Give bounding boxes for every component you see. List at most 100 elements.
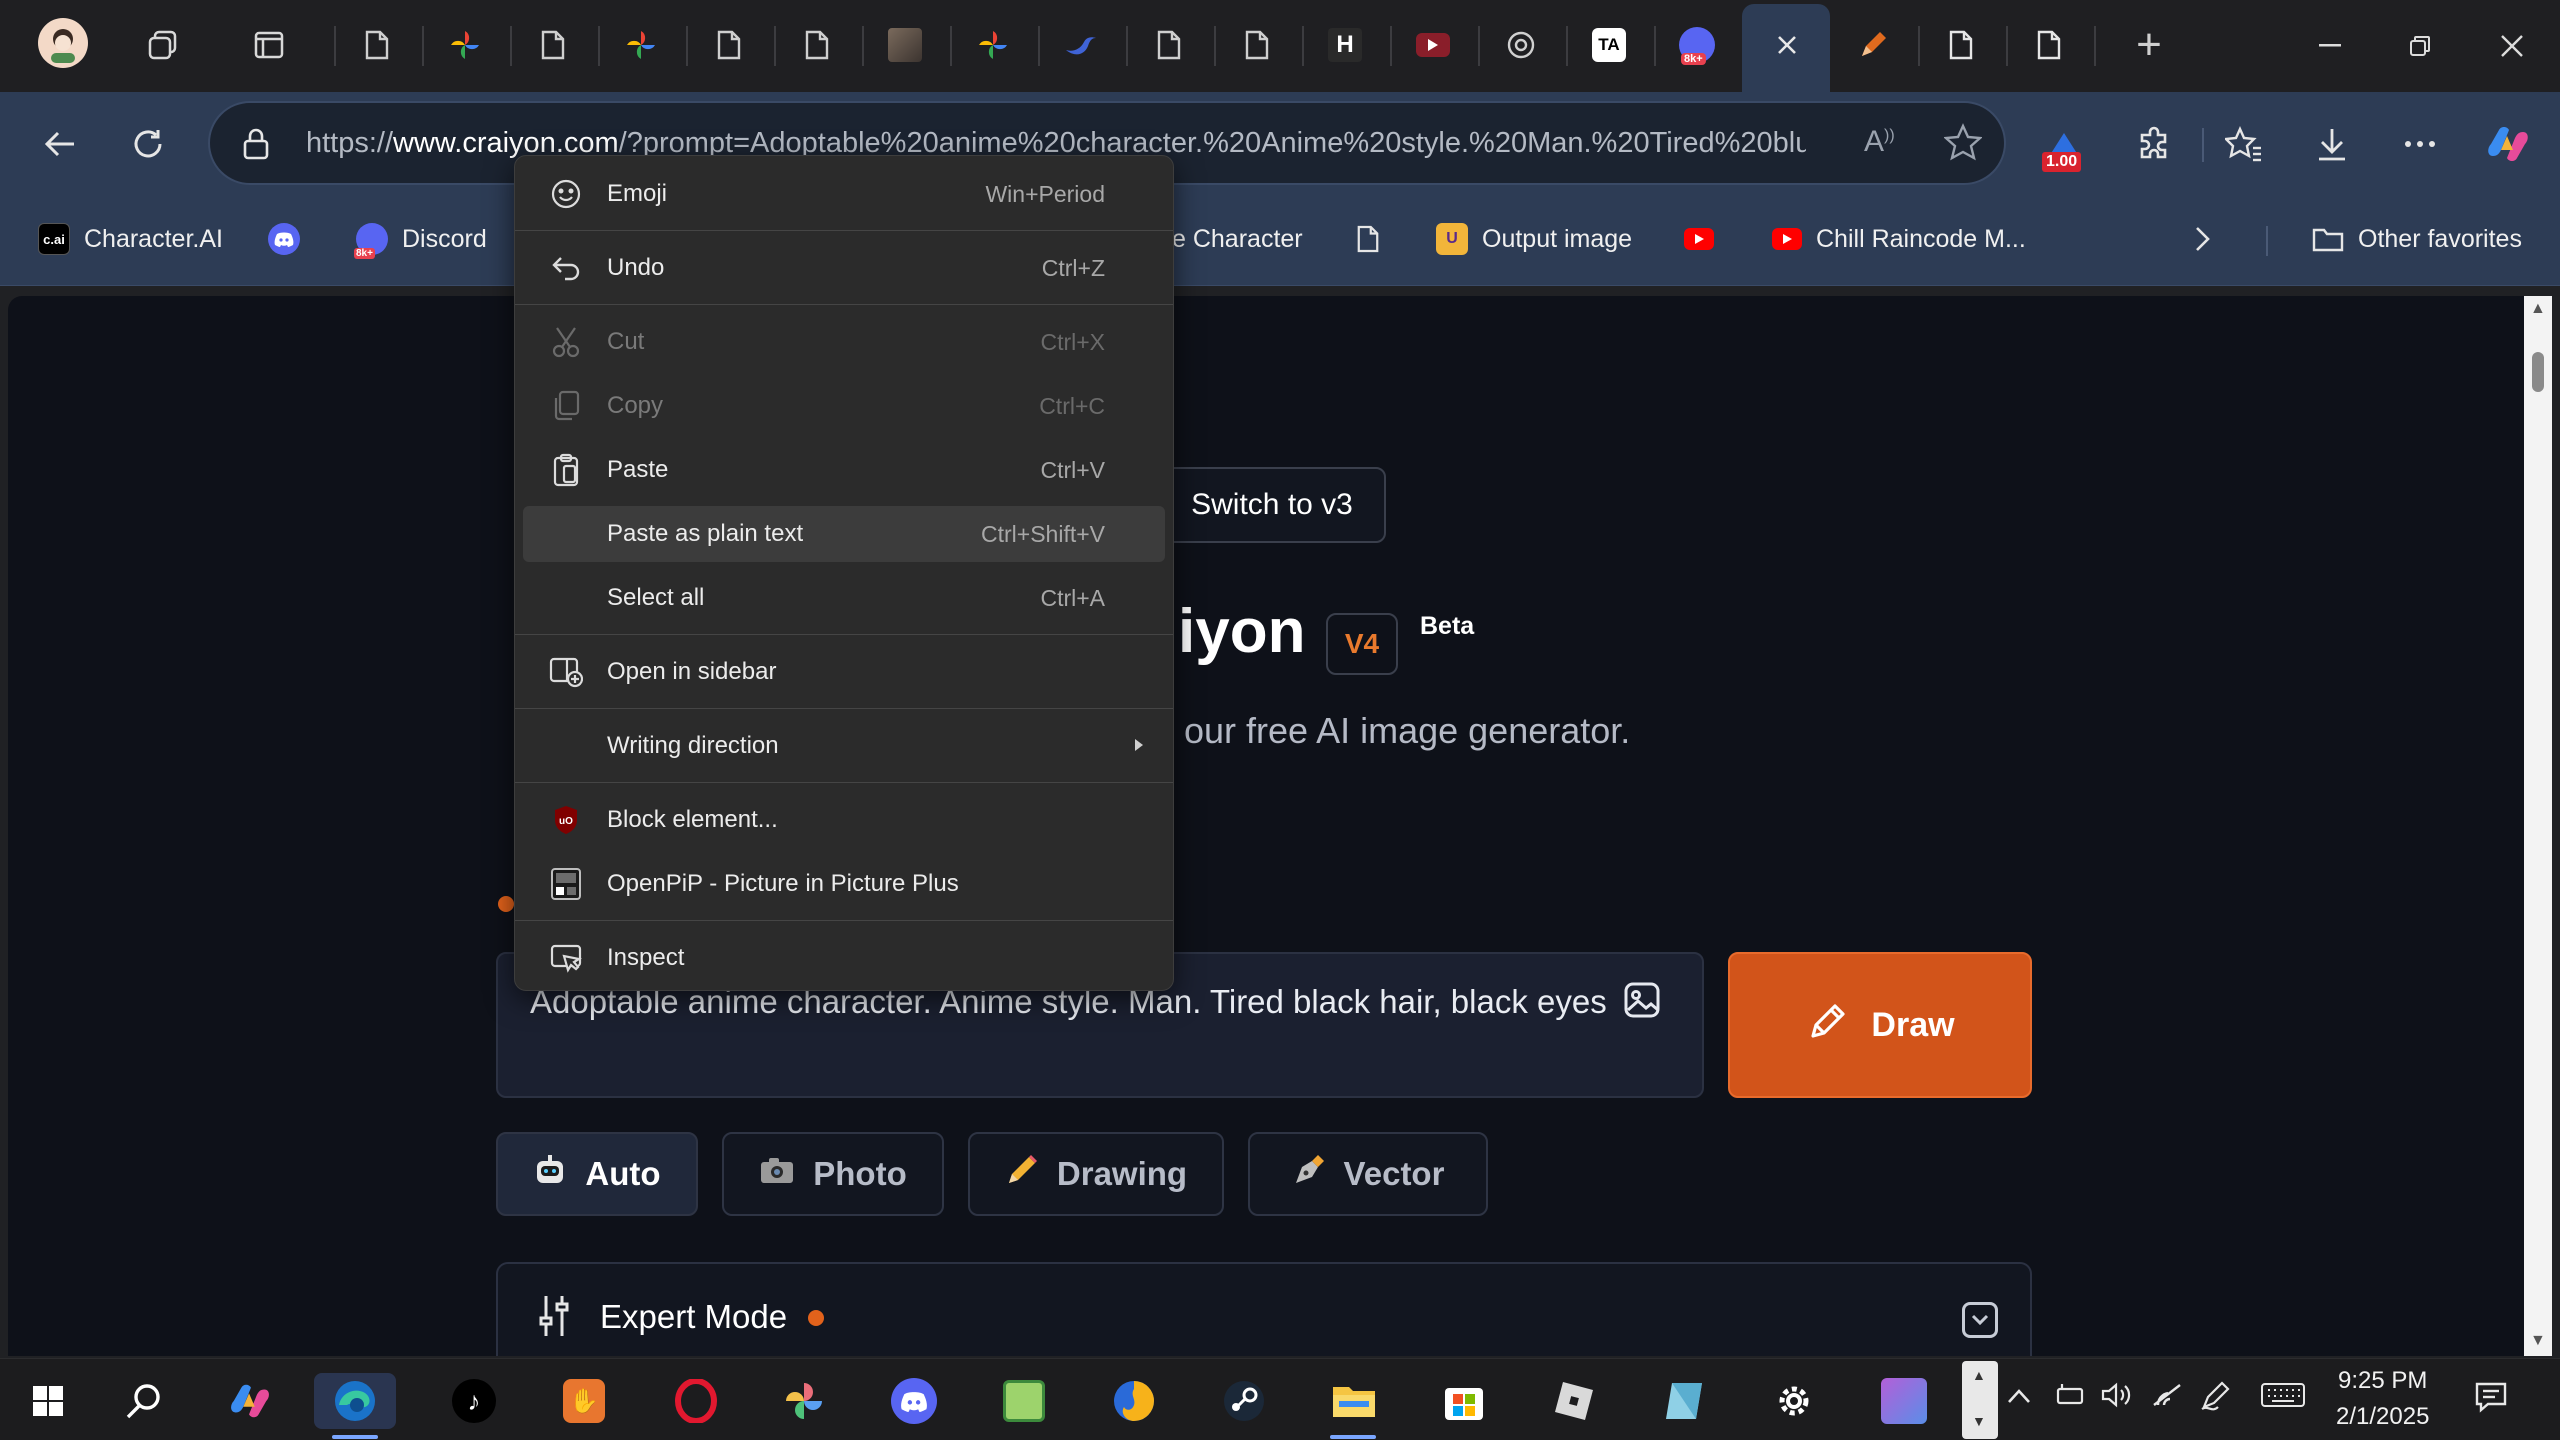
close-icon[interactable] — [1764, 22, 1810, 68]
menu-item-paste-plain-text[interactable]: Paste as plain text Ctrl+Shift+V — [523, 506, 1165, 562]
microsoft-store-icon[interactable] — [1436, 1373, 1492, 1429]
wifi-icon[interactable] — [2150, 1381, 2184, 1416]
restore-button[interactable] — [2390, 18, 2450, 74]
menu-item-undo[interactable]: Undo Ctrl+Z — [523, 240, 1165, 296]
favorites-icon[interactable] — [2214, 114, 2274, 174]
anime-avatar-icon[interactable] — [1876, 1373, 1932, 1429]
extensions-icon[interactable] — [2124, 114, 2184, 174]
roblox-icon[interactable] — [1546, 1373, 1602, 1429]
settings-icon[interactable] — [1766, 1373, 1822, 1429]
clock-date[interactable]: 2/1/2025 — [2336, 1403, 2429, 1431]
copilot-icon[interactable] — [2478, 114, 2538, 174]
menu-item-copy[interactable]: Copy Ctrl+C — [523, 378, 1165, 434]
favorites-overflow-button[interactable] — [2192, 216, 2212, 262]
refresh-button[interactable] — [118, 114, 178, 174]
photo-icon[interactable] — [882, 22, 928, 68]
volume-icon[interactable] — [2100, 1381, 2134, 1416]
menu-item-open-in-sidebar[interactable]: Open in sidebar — [523, 644, 1165, 700]
bird-icon[interactable] — [1058, 22, 1104, 68]
sketch-icon[interactable] — [1656, 1373, 1712, 1429]
edge-icon[interactable] — [314, 1373, 396, 1429]
h-logo-icon[interactable]: H — [1322, 22, 1368, 68]
page-icon[interactable] — [706, 22, 752, 68]
expert-mode-panel[interactable]: Expert Mode — [496, 1262, 2032, 1356]
page-icon[interactable] — [530, 22, 576, 68]
menu-item-paste[interactable]: Paste Ctrl+V — [523, 442, 1165, 498]
draw-button[interactable]: Draw — [1728, 952, 2032, 1098]
tab-actions-icon[interactable] — [246, 22, 292, 68]
minimize-button[interactable] — [2300, 18, 2360, 74]
switch-to-v3-button[interactable]: Switch to v3 — [1158, 467, 1386, 543]
pencil-icon[interactable] — [1850, 22, 1896, 68]
notifications-icon[interactable] — [2474, 1381, 2508, 1420]
clock-time[interactable]: 9:25 PM — [2338, 1367, 2427, 1395]
paint-icon[interactable] — [996, 1373, 1052, 1429]
favorite-discord[interactable]: 8k+ Discord — [354, 216, 487, 262]
ta-icon[interactable]: TA — [1586, 22, 1632, 68]
tray-overflow-icon[interactable] — [2006, 1381, 2032, 1413]
discord-icon[interactable] — [886, 1373, 942, 1429]
page-icon[interactable] — [354, 22, 400, 68]
pinwheel-icon[interactable] — [442, 22, 488, 68]
menu-item-cut[interactable]: Cut Ctrl+X — [523, 314, 1165, 370]
file-explorer-icon[interactable] — [1326, 1373, 1382, 1429]
pinwheel-icon[interactable] — [970, 22, 1016, 68]
opera-icon[interactable] — [668, 1373, 724, 1429]
battery-icon[interactable] — [2054, 1381, 2086, 1416]
pen-icon[interactable] — [2200, 1381, 2234, 1418]
page-icon[interactable] — [1234, 22, 1280, 68]
menu-item-select-all[interactable]: Select all Ctrl+A — [523, 570, 1165, 626]
page-icon[interactable] — [2026, 22, 2072, 68]
steam-icon[interactable] — [1216, 1373, 1272, 1429]
favorite-chill-raincode[interactable]: Chill Raincode M... — [1772, 216, 2026, 262]
read-aloud-icon[interactable]: A)) — [1864, 125, 1895, 159]
youtube-icon[interactable] — [1410, 22, 1456, 68]
more-menu-icon[interactable] — [2390, 114, 2450, 174]
tiktok-icon[interactable]: ♪ — [446, 1373, 502, 1429]
scroll-thumb[interactable] — [2532, 352, 2544, 392]
favorite-youtube[interactable] — [1684, 216, 1728, 262]
pinwheel-icon[interactable] — [776, 1373, 832, 1429]
menu-item-inspect[interactable]: Inspect — [523, 930, 1165, 986]
menu-item-writing-direction[interactable]: Writing direction — [523, 718, 1165, 774]
favorite-character-ai[interactable]: c.ai Character.AI — [38, 216, 223, 262]
firefox-icon[interactable] — [1106, 1373, 1162, 1429]
window-close-button[interactable] — [2482, 18, 2542, 74]
search-icon[interactable] — [116, 1373, 172, 1429]
workspaces-icon[interactable] — [140, 22, 186, 68]
pinwheel-icon[interactable] — [618, 22, 664, 68]
menu-item-block-element[interactable]: uO Block element... — [523, 792, 1165, 848]
taskbar-scroll[interactable]: ▲ ▼ — [1962, 1361, 1998, 1439]
page-icon[interactable] — [1938, 22, 1984, 68]
new-tab-button[interactable]: + — [2126, 20, 2172, 69]
page-icon[interactable] — [1146, 22, 1192, 68]
menu-item-emoji[interactable]: Emoji Win+Period — [523, 166, 1165, 222]
scroll-down-arrow[interactable]: ▼ — [2530, 1332, 2546, 1350]
page-icon[interactable] — [794, 22, 840, 68]
favorite-discord-icon-only[interactable] — [268, 216, 314, 262]
extension-counter-icon[interactable]: 1.00 — [2034, 114, 2094, 174]
downloads-icon[interactable] — [2302, 114, 2362, 174]
lock-icon[interactable] — [242, 127, 270, 166]
copilot-icon[interactable] — [222, 1373, 278, 1429]
favorite-character[interactable]: e Character — [1172, 216, 1303, 262]
menu-item-openpip[interactable]: OpenPiP - Picture in Picture Plus — [523, 856, 1165, 912]
other-favorites-folder[interactable]: Other favorites — [2312, 216, 2522, 262]
back-button[interactable] — [30, 114, 90, 174]
style-vector-button[interactable]: Vector — [1248, 1132, 1488, 1216]
favorite-star-icon[interactable] — [1943, 123, 1983, 166]
chevron-down-icon[interactable] — [1962, 1302, 1998, 1338]
profile-avatar-icon[interactable] — [38, 18, 88, 68]
windows-start-icon[interactable] — [20, 1373, 76, 1429]
style-auto-button[interactable]: Auto — [496, 1132, 698, 1216]
favorite-page[interactable] — [1352, 216, 1398, 262]
page-scrollbar[interactable]: ▲ ▼ — [2524, 296, 2552, 1356]
discord-8k-icon[interactable]: 8k+ — [1674, 22, 1720, 68]
hand-app-icon[interactable]: ✋ — [556, 1373, 612, 1429]
image-upload-icon[interactable] — [1622, 980, 1662, 1020]
style-drawing-button[interactable]: Drawing — [968, 1132, 1224, 1216]
style-photo-button[interactable]: Photo — [722, 1132, 944, 1216]
scroll-up-arrow[interactable]: ▲ — [2530, 300, 2546, 318]
keyboard-icon[interactable] — [2260, 1381, 2306, 1416]
openai-icon[interactable] — [1498, 22, 1544, 68]
